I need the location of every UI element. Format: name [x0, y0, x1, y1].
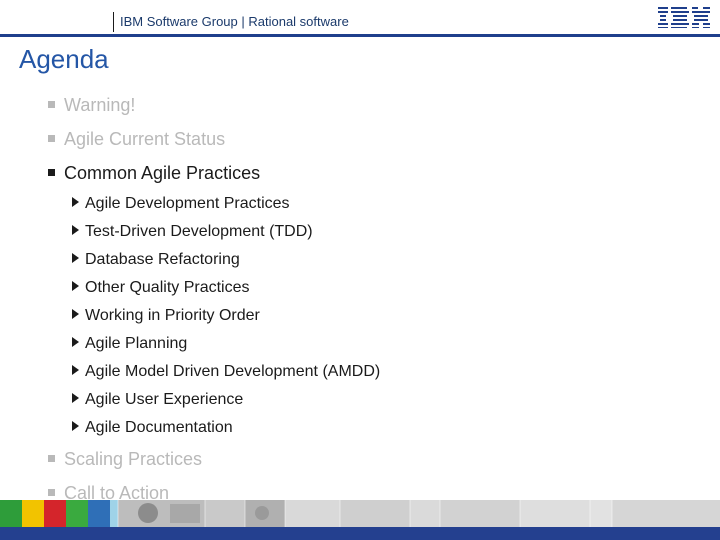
- triangle-bullet-icon: [72, 420, 79, 431]
- triangle-bullet-icon: [72, 308, 79, 319]
- square-bullet-icon: [48, 100, 55, 108]
- header-bar: IBM Software Group | Rational software: [0, 0, 720, 34]
- agenda-item-warning: Warning!: [48, 95, 135, 116]
- subitem: Agile Documentation: [72, 419, 233, 437]
- triangle-bullet-icon: [72, 392, 79, 403]
- triangle-bullet-icon: [72, 280, 79, 291]
- subitem-label: Agile Documentation: [85, 419, 233, 436]
- subitem: Working in Priority Order: [72, 307, 260, 325]
- footer-image-strip: [0, 500, 720, 527]
- agenda-item-common-practices: Common Agile Practices: [48, 163, 260, 184]
- agenda-item-label: Warning!: [64, 95, 136, 115]
- triangle-bullet-icon: [72, 224, 79, 235]
- subitem: Test-Driven Development (TDD): [72, 223, 313, 241]
- subitem: Agile Model Driven Development (AMDD): [72, 363, 380, 381]
- subitem-label: Agile Development Practices: [85, 195, 290, 212]
- header-title: IBM Software Group | Rational software: [120, 14, 349, 29]
- agenda-item-scaling: Scaling Practices: [48, 449, 202, 470]
- subitem-label: Other Quality Practices: [85, 279, 250, 296]
- subitem: Other Quality Practices: [72, 279, 250, 297]
- subitem: Agile User Experience: [72, 391, 243, 409]
- subitem-label: Database Refactoring: [85, 251, 240, 268]
- subitem: Database Refactoring: [72, 251, 240, 269]
- square-bullet-icon: [48, 168, 55, 176]
- square-bullet-icon: [48, 134, 55, 142]
- subitem: Agile Development Practices: [72, 195, 290, 213]
- subitem-label: Agile Planning: [85, 335, 188, 352]
- subitem-label: Agile User Experience: [85, 391, 244, 408]
- square-bullet-icon: [48, 454, 55, 462]
- agenda-item-current-status: Agile Current Status: [48, 129, 225, 150]
- slide-title: Agenda: [19, 44, 109, 74]
- triangle-bullet-icon: [72, 196, 79, 207]
- agenda-item-label: Agile Current Status: [64, 129, 226, 149]
- footer-band: [0, 527, 720, 540]
- ibm-logo: [658, 7, 710, 28]
- subitem-label: Working in Priority Order: [85, 307, 260, 324]
- header-divider: [113, 12, 114, 32]
- subitem: Agile Planning: [72, 335, 187, 353]
- triangle-bullet-icon: [72, 364, 79, 375]
- subitem-label: Test-Driven Development (TDD): [85, 223, 313, 240]
- footer-mosaic: [0, 500, 720, 527]
- agenda-item-label: Common Agile Practices: [64, 163, 261, 183]
- header-rule: [0, 34, 720, 37]
- triangle-bullet-icon: [72, 336, 79, 347]
- agenda-item-label: Scaling Practices: [64, 449, 203, 469]
- triangle-bullet-icon: [72, 252, 79, 263]
- subitem-label: Agile Model Driven Development (AMDD): [85, 363, 381, 380]
- square-bullet-icon: [48, 488, 55, 496]
